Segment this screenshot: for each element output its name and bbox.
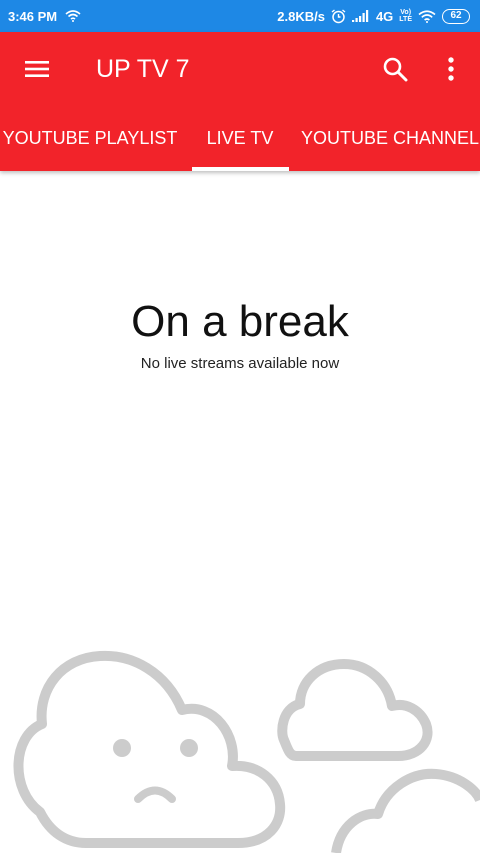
page-title: UP TV 7	[96, 55, 190, 83]
tab-youtube-channel[interactable]: YOUTUBE CHANNEL	[300, 106, 480, 171]
status-time: 3:46 PM	[8, 8, 58, 24]
toolbar: UP TV 7	[0, 32, 480, 106]
tab-selection-indicator	[192, 167, 289, 171]
tab-live-tv[interactable]: LIVE TV	[190, 106, 290, 171]
battery-level: 62	[450, 10, 462, 21]
search-icon	[383, 57, 408, 82]
empty-state-title: On a break	[131, 297, 349, 346]
cloud-right-eye	[180, 739, 198, 757]
cloud-left-eye	[113, 739, 131, 757]
network-type: 4G	[375, 8, 394, 24]
status-right: 2.8KB/s 4G Vo) LTE 62	[277, 8, 470, 24]
network-speed: 2.8KB/s	[277, 8, 325, 24]
more-options-button[interactable]	[428, 46, 474, 92]
menu-button[interactable]	[14, 46, 60, 92]
alarm-icon	[331, 8, 346, 24]
tab-bar: YOUTUBE PLAYLIST LIVE TV YOUTUBE CHANNEL	[0, 106, 480, 171]
wifi-icon	[65, 10, 81, 22]
sad-cloud-icon	[13, 650, 480, 853]
menu-icon	[25, 61, 49, 77]
signal-icon	[351, 10, 370, 22]
volte-label: Vo)	[400, 9, 412, 16]
more-vertical-icon	[448, 57, 454, 81]
search-button[interactable]	[372, 46, 418, 92]
battery-icon: 62	[442, 8, 470, 24]
empty-state-subtitle: No live streams available now	[140, 355, 340, 372]
volte-indicator: Vo) LTE	[399, 9, 412, 23]
cloud-frown	[134, 786, 176, 803]
app-bar: UP TV 7 YOUTUBE PLAYLIST LIVE TV YOUTUBE…	[0, 32, 480, 171]
status-left: 3:46 PM	[8, 9, 81, 24]
tab-youtube-playlist[interactable]: YOUTUBE PLAYLIST	[0, 106, 180, 171]
lte-label: LTE	[399, 16, 412, 23]
status-bar: 3:46 PM 2.8KB/s 4G Vo) LTE 62	[0, 0, 480, 32]
wifi-icon	[418, 9, 436, 23]
